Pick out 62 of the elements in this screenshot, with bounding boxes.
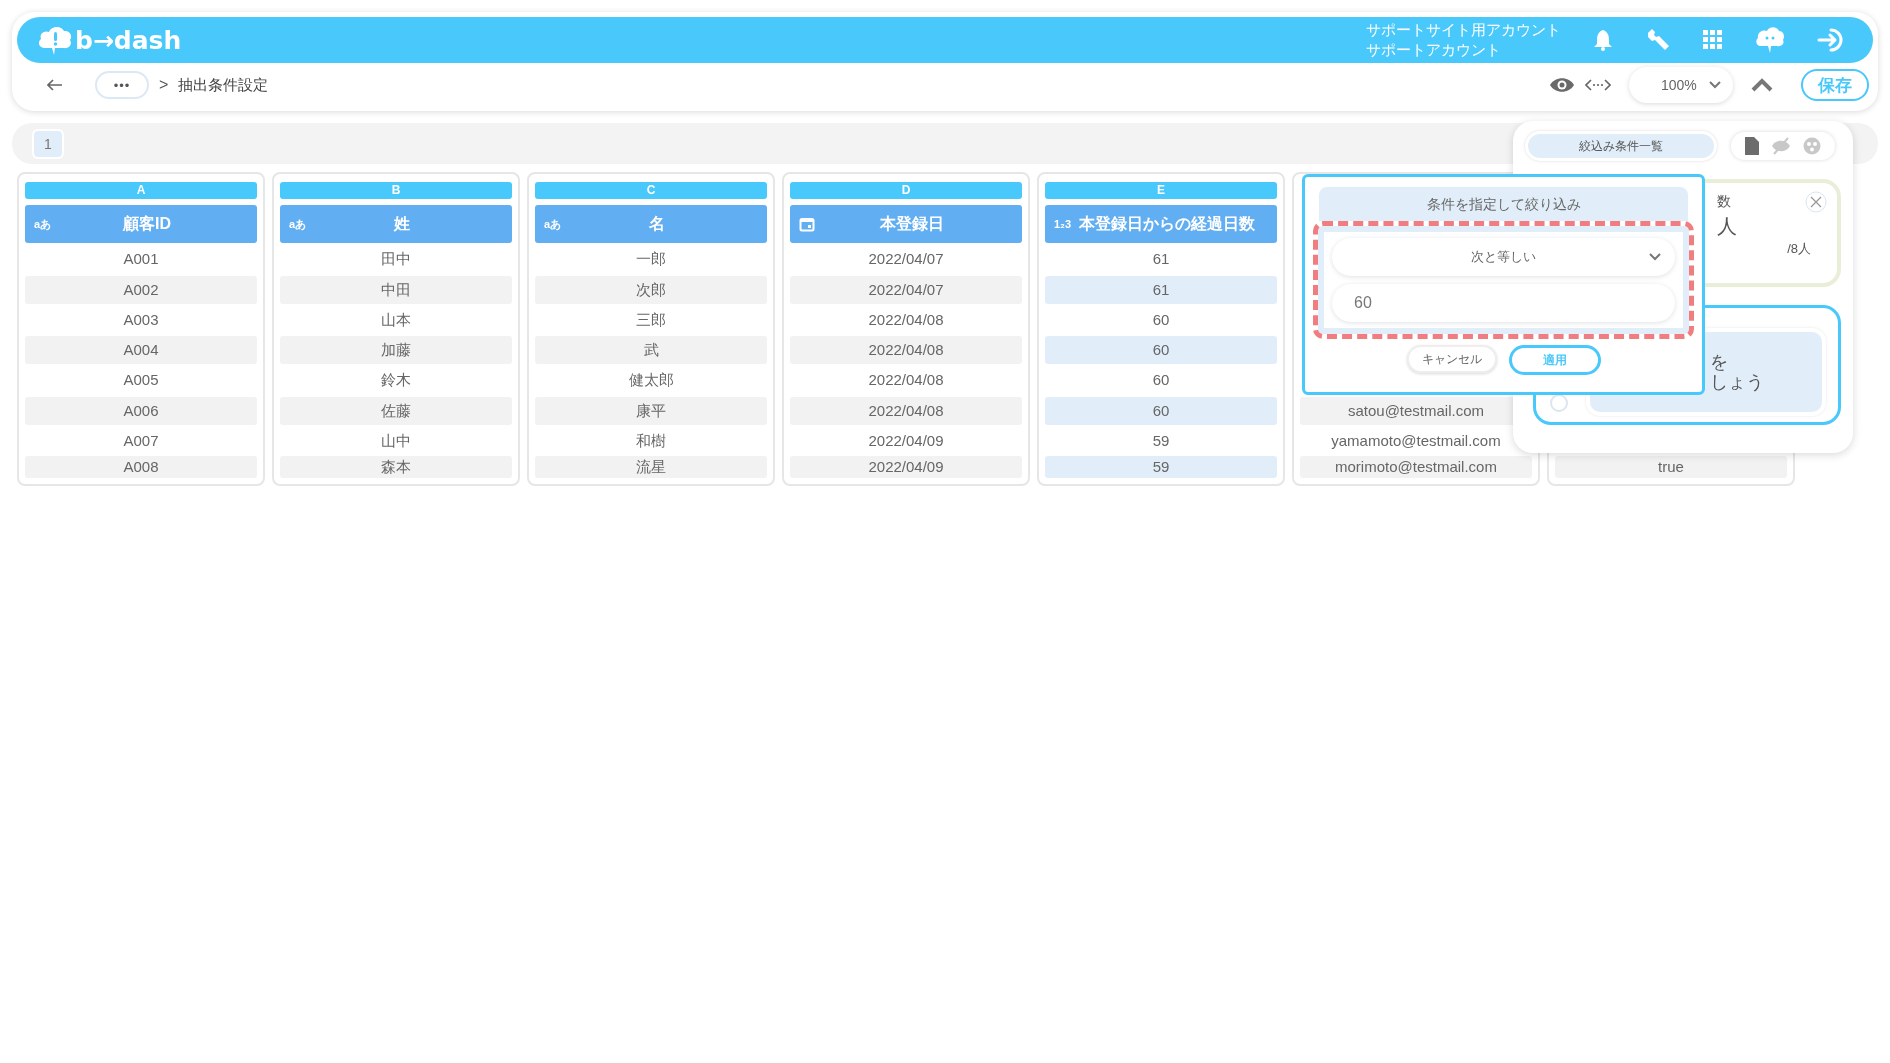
- table-cell-text: yamamoto@testmail.com: [1330, 431, 1502, 452]
- table-cell-text: 2022/04/08: [867, 370, 945, 391]
- table-cell-text: 鈴木: [380, 370, 412, 391]
- table-cell: 2022/04/08: [790, 396, 1022, 425]
- table-cell: 2022/04/08: [790, 336, 1022, 365]
- column-title: 本登録日: [878, 213, 945, 234]
- table-cell-text: 2022/04/09: [867, 431, 945, 452]
- table-cell: 次郎: [535, 275, 767, 304]
- table-cell-text: 2022/04/08: [867, 309, 945, 330]
- table-cell: 60: [1045, 396, 1277, 425]
- column-title: 本登録日からの経過日数: [1078, 213, 1257, 234]
- table-cell: A008: [25, 456, 257, 479]
- table-cell-text: 山中: [380, 431, 412, 452]
- table-cell: A006: [25, 396, 257, 425]
- popup-title: 条件を指定して絞り込み: [1319, 187, 1688, 221]
- table-cell-text: 60: [1151, 309, 1171, 330]
- table-cell-text: A005: [122, 370, 160, 391]
- table-cell: 60: [1045, 336, 1277, 365]
- table-cell-text: 和樹: [635, 431, 667, 452]
- total-text: /8人: [1787, 240, 1811, 258]
- table-cell-text: A001: [122, 249, 160, 270]
- table-cell: 2022/04/09: [790, 456, 1022, 479]
- message-text: を: [1710, 352, 1729, 372]
- table-cell: 康平: [535, 396, 767, 425]
- table-cell-text: 健太郎: [627, 370, 675, 391]
- table-cell: 2022/04/07: [790, 275, 1022, 304]
- type-label: aあ: [289, 216, 307, 232]
- table-cell-text: 三郎: [635, 309, 667, 330]
- table-cell-text: A007: [122, 431, 160, 452]
- table-cell-text: A003: [122, 309, 160, 330]
- table-cell: 森本: [280, 456, 512, 479]
- column-title: 名: [648, 213, 667, 234]
- table-cell: A004: [25, 336, 257, 365]
- card-label: 数: [1717, 193, 1731, 211]
- type-label: 1₂3: [1054, 218, 1072, 230]
- table-cell-text: 61: [1151, 249, 1171, 270]
- table-cell: 流星: [535, 456, 767, 479]
- table-cell: 武: [535, 336, 767, 365]
- table-cell-text: 一郎: [635, 249, 667, 270]
- account-name: サポートアカウント: [1366, 40, 1502, 60]
- breadcrumb-separator: >: [159, 76, 169, 94]
- table-cell: 中田: [280, 275, 512, 304]
- table-cell-text: 60: [1151, 370, 1171, 391]
- table-cell: 加藤: [280, 336, 512, 365]
- table-cell: morimoto@testmail.com: [1300, 456, 1532, 479]
- column-title: 姓: [392, 213, 412, 234]
- count-text: 人: [1717, 214, 1738, 239]
- table-cell: 59: [1045, 456, 1277, 479]
- type-label: aあ: [34, 216, 52, 232]
- table-cell-text: 59: [1151, 431, 1171, 452]
- account-name: サポートサイト用アカウント: [1366, 20, 1561, 40]
- table-cell: A002: [25, 275, 257, 304]
- table-cell-text: 田中: [380, 249, 412, 270]
- table-cell-text: 山本: [380, 309, 412, 330]
- table-cell: true: [1555, 456, 1787, 479]
- table-cell-text: 2022/04/07: [867, 249, 945, 270]
- table-cell: 61: [1045, 275, 1277, 304]
- table-cell: 佐藤: [280, 396, 512, 425]
- breadcrumb-current: 抽出条件設定: [178, 75, 269, 95]
- message-text: しょう: [1710, 372, 1765, 392]
- column-title: 顧客ID: [121, 213, 173, 234]
- type-label: aあ: [544, 216, 562, 232]
